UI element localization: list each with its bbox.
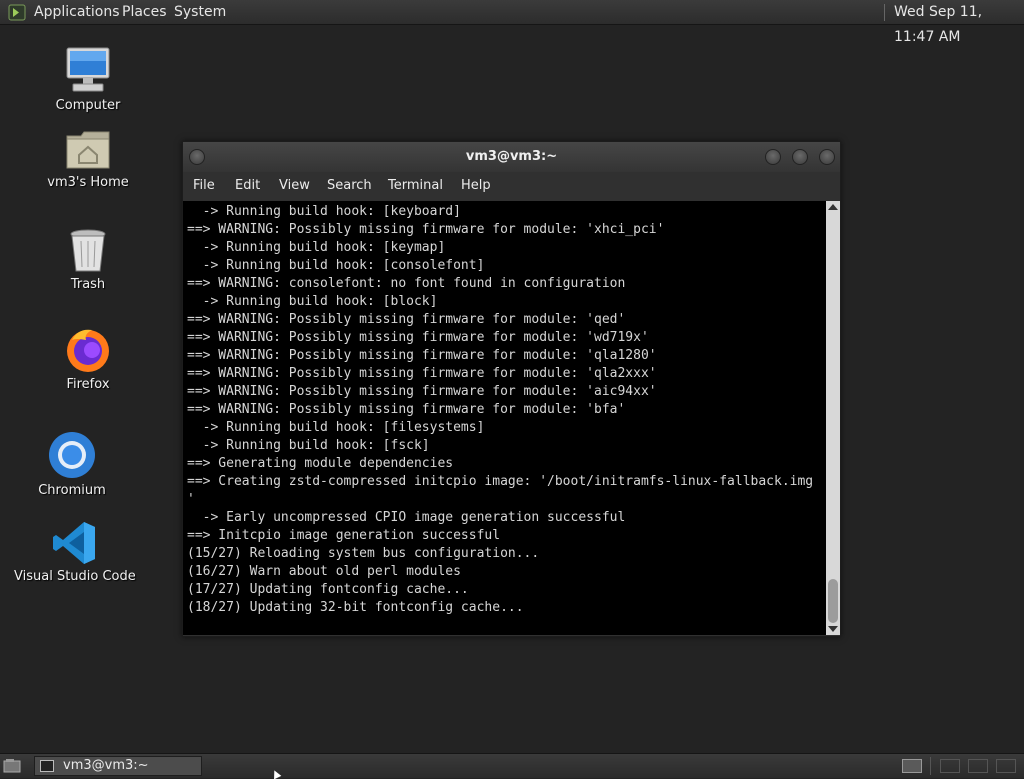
- terminal-icon: [40, 760, 54, 772]
- workspace-3[interactable]: [968, 759, 988, 773]
- desktop-icon-firefox[interactable]: Firefox: [48, 326, 128, 392]
- menu-search[interactable]: Search: [327, 172, 372, 200]
- computer-icon: [66, 47, 110, 92]
- desktop-icon-label: Chromium: [38, 483, 106, 498]
- window-title: vm3@vm3:~: [465, 149, 558, 164]
- scroll-up-arrow-icon[interactable]: [828, 204, 838, 210]
- firefox-icon: [67, 329, 109, 372]
- desktop-icon-chromium[interactable]: Chromium: [32, 430, 112, 498]
- panel-separator: [884, 4, 885, 21]
- menu-view[interactable]: View: [279, 172, 310, 200]
- desktop-icon-computer[interactable]: Computer: [48, 45, 128, 113]
- taskbar-window-button[interactable]: vm3@vm3:~: [34, 756, 202, 776]
- scrollbar-thumb[interactable]: [828, 579, 838, 623]
- window-titlebar[interactable]: vm3@vm3:~: [183, 142, 840, 172]
- clock[interactable]: Wed Sep 11, 11:47 AM: [894, 0, 1024, 45]
- menu-help[interactable]: Help: [461, 172, 491, 200]
- terminal-scrollbar[interactable]: [826, 201, 840, 635]
- menu-terminal[interactable]: Terminal: [388, 172, 443, 200]
- workspace-separator: [930, 757, 931, 775]
- show-desktop-icon[interactable]: [3, 758, 21, 773]
- close-button[interactable]: [819, 149, 835, 165]
- desktop-icon-label: Trash: [70, 277, 106, 292]
- top-panel: Applications Places System Wed Sep 11, 1…: [0, 0, 1024, 45]
- applications-menu[interactable]: Applications: [34, 0, 120, 25]
- desktop-icon-home[interactable]: vm3's Home: [43, 128, 133, 190]
- menu-edit[interactable]: Edit: [235, 172, 260, 200]
- terminal-text: -> Running build hook: [keyboard] ==> WA…: [187, 204, 814, 615]
- workspace-4[interactable]: [996, 759, 1016, 773]
- trash-icon: [70, 229, 106, 272]
- maximize-button[interactable]: [792, 149, 808, 165]
- menu-file[interactable]: File: [193, 172, 215, 200]
- terminal-menubar: File Edit View Search Terminal Help: [183, 172, 840, 200]
- minimize-button[interactable]: [765, 149, 781, 165]
- desktop-icon-label: Computer: [55, 98, 121, 113]
- workspace-2[interactable]: [940, 759, 960, 773]
- taskbar-window-label: vm3@vm3:~: [63, 758, 149, 773]
- system-menu[interactable]: System: [174, 0, 226, 25]
- bottom-panel: vm3@vm3:~: [0, 753, 1024, 778]
- workspace-1[interactable]: [902, 759, 922, 773]
- home-folder-icon: [66, 131, 110, 169]
- places-menu[interactable]: Places: [122, 0, 167, 25]
- desktop-icon-label: vm3's Home: [47, 175, 129, 190]
- desktop-icon-vscode[interactable]: Visual Studio Code: [14, 520, 136, 584]
- desktop-icon-label: Firefox: [66, 377, 110, 392]
- vscode-icon: [53, 522, 95, 564]
- terminal-window[interactable]: vm3@vm3:~ File Edit View Search Terminal…: [182, 141, 841, 637]
- desktop-icon-label: Visual Studio Code: [14, 569, 136, 584]
- scroll-down-arrow-icon[interactable]: [828, 626, 838, 632]
- terminal-output[interactable]: -> Running build hook: [keyboard] ==> WA…: [183, 201, 826, 635]
- chromium-icon: [49, 432, 95, 478]
- applications-menu-icon[interactable]: [8, 4, 26, 21]
- desktop-icon-trash[interactable]: Trash: [48, 228, 128, 292]
